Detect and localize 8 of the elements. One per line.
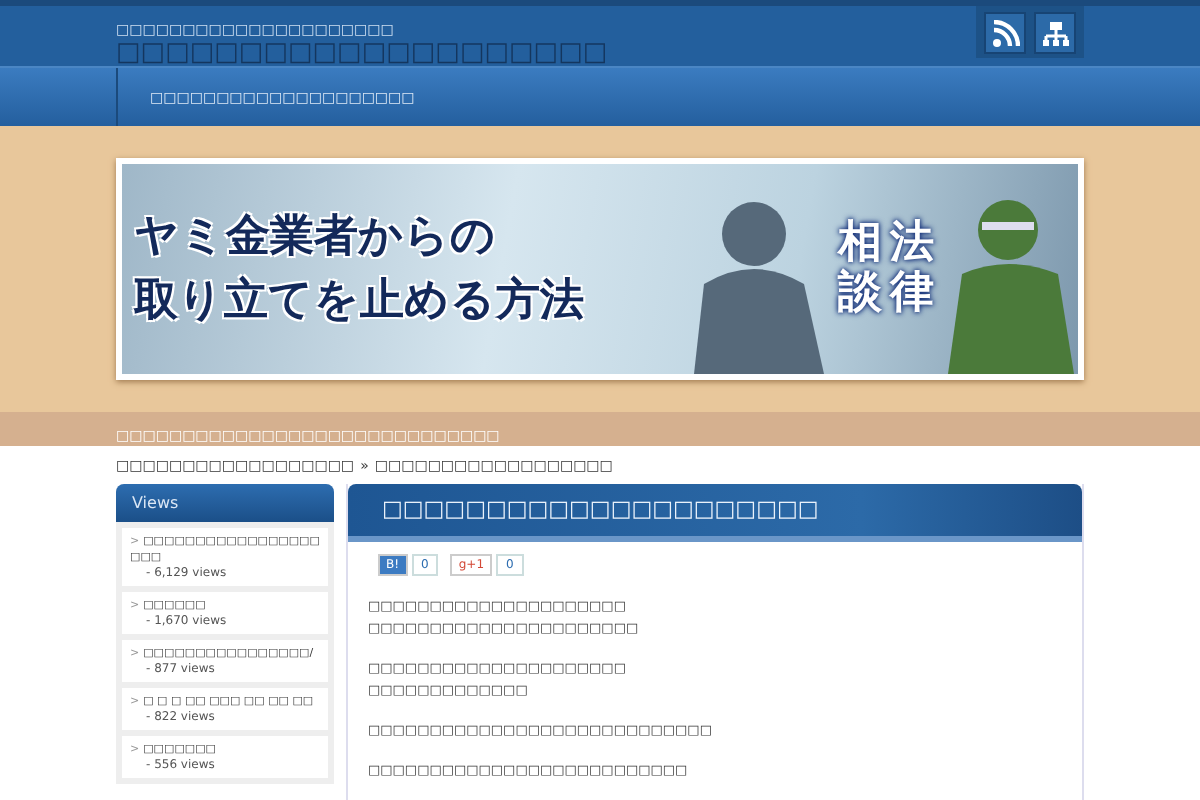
banner-vertical-text: 法律 — [890, 220, 934, 318]
post-title: □□□□□□□□□□□□□□□□□□□□□ — [348, 484, 1082, 542]
banner-headline: 取り立てを止める方法 — [134, 273, 586, 329]
banner-vertical-text: 相談 — [838, 220, 882, 318]
sitemap-icon[interactable] — [1034, 12, 1076, 54]
rss-icon[interactable] — [984, 12, 1026, 54]
sidebar-title: Views — [116, 484, 334, 522]
banner-headline: ヤミ金業者からの — [134, 209, 498, 265]
